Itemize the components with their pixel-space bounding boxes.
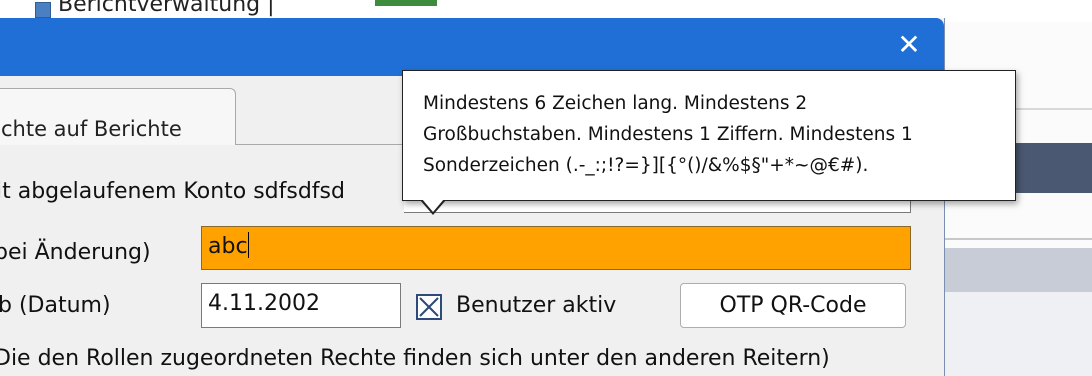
app-icon: [35, 2, 51, 18]
tab-label: chte auf Berichte: [1, 117, 182, 141]
roles-note: Die den Rollen zugeordneten Rechte finde…: [0, 346, 830, 371]
account-info-text: it abgelaufenem Konto sdfsdfsd: [0, 179, 345, 204]
background-row-band: [944, 248, 1092, 292]
date-label: b (Datum): [0, 293, 111, 318]
tooltip-line: Mindestens 6 Zeichen lang. Mindestens 2: [423, 93, 808, 114]
close-icon[interactable]: ✕: [894, 30, 924, 60]
tooltip-line: Sonderzeichen (.-_:;!?=}][{°()/&%$§"+*~@…: [423, 155, 869, 176]
tooltip-pointer-fill: [422, 199, 444, 212]
user-active-label: Benutzer aktiv: [456, 293, 617, 318]
checkbox-cross-icon: [419, 297, 439, 317]
background-accent-bar: [375, 0, 437, 6]
background-row-band: [944, 292, 1092, 376]
user-active-checkbox[interactable]: [416, 294, 442, 320]
tooltip-line: Großbuchstaben. Mindestens 1 Ziffern. Mi…: [423, 124, 913, 145]
background-divider: [944, 238, 1092, 240]
tab-rechte-auf-berichte[interactable]: chte auf Berichte: [0, 88, 236, 146]
password-policy-tooltip: Mindestens 6 Zeichen lang. Mindestens 2 …: [402, 70, 1016, 201]
otp-qr-code-button[interactable]: OTP QR-Code: [680, 283, 906, 328]
password-value: abc: [208, 234, 248, 259]
password-label: bei Änderung): [0, 240, 151, 265]
background-app-title: Berichtverwaltung |: [58, 0, 275, 17]
date-field[interactable]: 4.11.2002: [201, 283, 401, 328]
dialog-title-bar: ✕: [0, 18, 944, 76]
text-caret: [247, 232, 249, 258]
password-field[interactable]: abc: [201, 226, 911, 270]
